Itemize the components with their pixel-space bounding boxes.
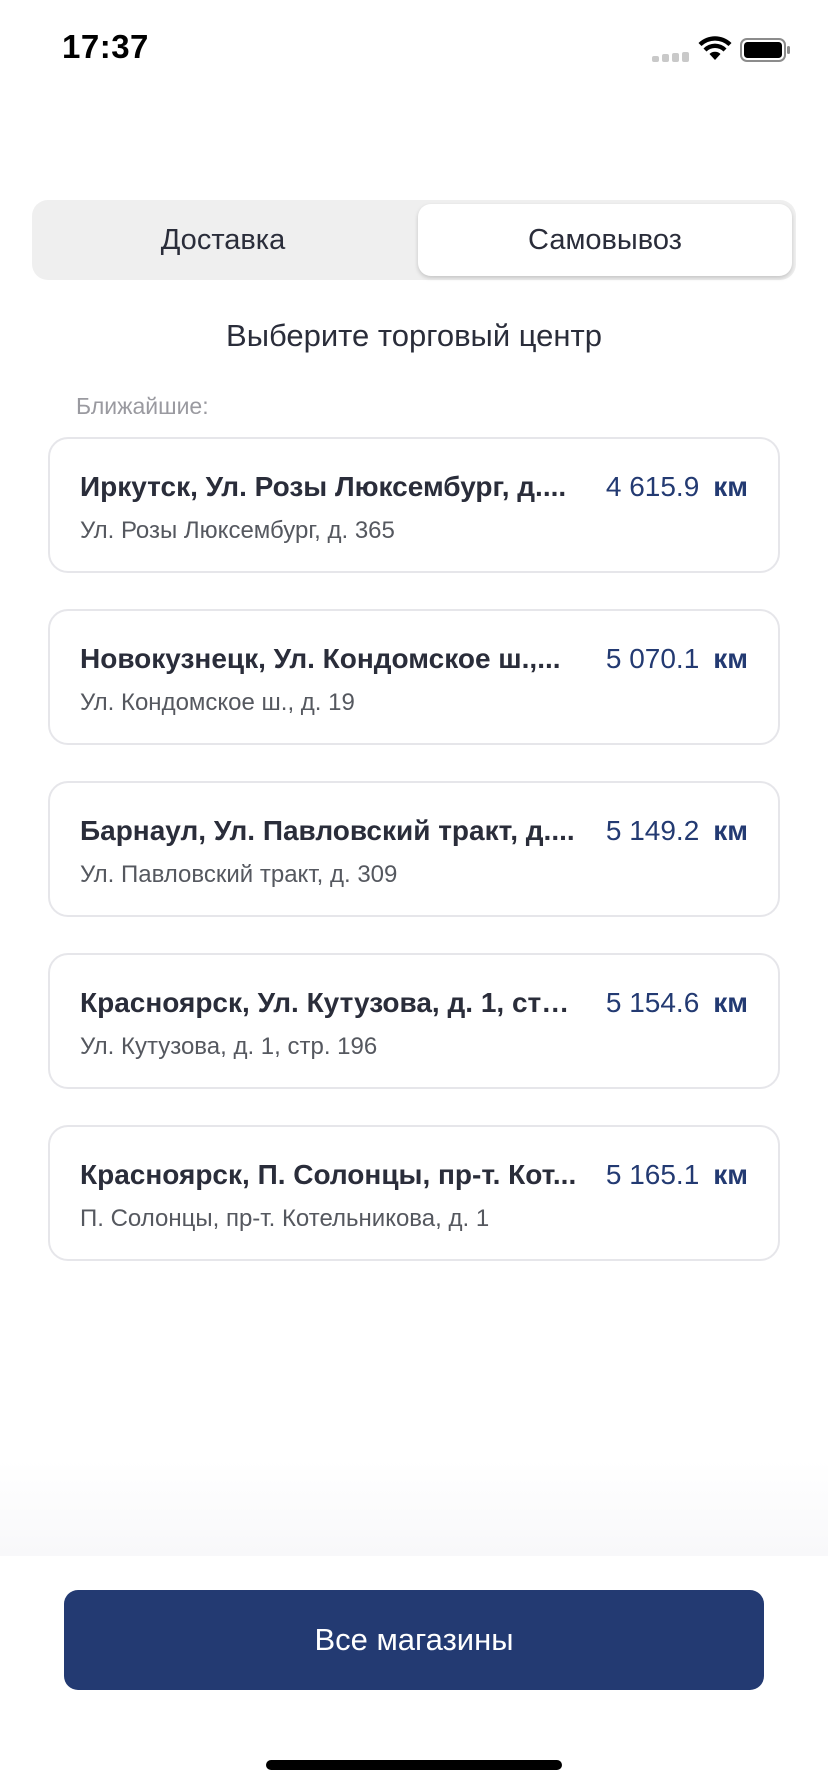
store-address: П. Солонцы, пр-т. Котельникова, д. 1 (80, 1205, 490, 1232)
distance-value: 4 615.9 (605, 471, 700, 502)
distance-unit: км (713, 643, 748, 674)
store-name: Красноярск, Ул. Кутузова, д. 1, стр... (80, 987, 580, 1018)
store-address: Ул. Кутузова, д. 1, стр. 196 (80, 1033, 378, 1060)
store-address: Ул. Павловский тракт, д. 309 (80, 861, 398, 888)
status-bar: 17:37 (0, 0, 828, 100)
store-name: Иркутск, Ул. Розы Люксембург, д.... (80, 471, 567, 502)
status-time: 17:37 (62, 28, 149, 65)
all-stores-button[interactable]: Все магазины (64, 1590, 764, 1690)
bottom-fade (0, 1460, 828, 1556)
distance-unit: км (713, 471, 748, 502)
nearest-section-label: Ближайшие: (76, 393, 209, 419)
store-distance: 5 154.6 км (606, 987, 748, 1019)
store-list: Иркутск, Ул. Розы Люксембург, д.... Ул. … (48, 437, 780, 1297)
store-card[interactable]: Барнаул, Ул. Павловский тракт, д.... Ул.… (48, 781, 780, 917)
store-distance: 5 149.2 км (606, 815, 748, 847)
store-card[interactable]: Иркутск, Ул. Розы Люксембург, д.... Ул. … (48, 437, 780, 573)
store-card[interactable]: Красноярск, П. Солонцы, пр-т. Кот... П. … (48, 1125, 780, 1261)
distance-unit: км (713, 815, 748, 846)
distance-value: 5 149.2 (605, 815, 700, 846)
store-address: Ул. Розы Люксембург, д. 365 (80, 517, 395, 544)
distance-value: 5 070.1 (605, 643, 700, 674)
distance-unit: км (713, 1159, 748, 1190)
store-address: Ул. Кондомское ш., д. 19 (80, 689, 355, 716)
wifi-icon (698, 36, 732, 60)
store-name: Барнаул, Ул. Павловский тракт, д.... (80, 815, 575, 846)
store-name: Новокузнецк, Ул. Кондомское ш.,... (80, 643, 561, 674)
tab-delivery[interactable]: Доставка (36, 204, 410, 276)
delivery-type-segmented-control: Доставка Самовывоз (32, 200, 796, 280)
store-distance: 5 070.1 км (606, 643, 748, 675)
battery-icon (740, 38, 790, 62)
store-distance: 5 165.1 км (606, 1159, 748, 1191)
distance-value: 5 154.6 (605, 987, 700, 1018)
store-distance: 4 615.9 км (606, 471, 748, 503)
store-card[interactable]: Новокузнецк, Ул. Кондомское ш.,... Ул. К… (48, 609, 780, 745)
page-title: Выберите торговый центр (226, 318, 602, 353)
cellular-signal-icon (652, 52, 690, 62)
store-name: Красноярск, П. Солонцы, пр-т. Кот... (80, 1159, 577, 1190)
distance-unit: км (713, 987, 748, 1018)
home-indicator (266, 1760, 562, 1770)
store-card[interactable]: Красноярск, Ул. Кутузова, д. 1, стр... У… (48, 953, 780, 1089)
distance-value: 5 165.1 (605, 1159, 700, 1190)
tab-pickup[interactable]: Самовывоз (418, 204, 792, 276)
